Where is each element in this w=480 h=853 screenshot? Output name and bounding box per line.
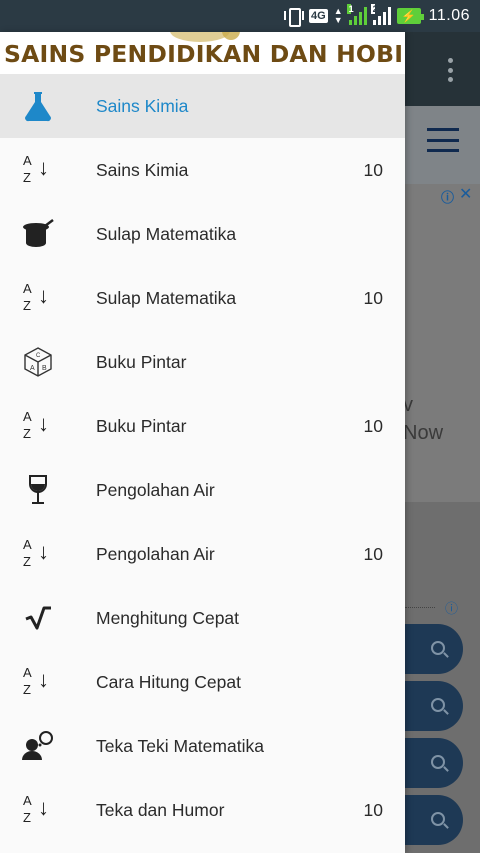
menu-item-buku-pintar-sorted[interactable]: A Z ↓ Buku Pintar 10 xyxy=(0,394,405,458)
network-arrows-icon: ▲ ▼ xyxy=(333,6,343,25)
signal-icon: 2 xyxy=(370,4,391,25)
menu-item-label: Sulap Matematika xyxy=(96,288,237,308)
divider xyxy=(405,607,435,608)
menu-item-teka-teki-matematika[interactable]: Teka Teki Matematika xyxy=(0,714,405,778)
ad-close-icon[interactable]: ✕ xyxy=(459,184,472,204)
menu-item-label: Teka dan Humor xyxy=(96,800,225,820)
drawer-header: SAINS PENDIDIKAN DAN HOBI xyxy=(0,32,405,74)
search-icon xyxy=(431,698,445,712)
search-button[interactable] xyxy=(405,681,463,731)
square-root-icon xyxy=(20,600,56,636)
menu-item-label: Sains Kimia xyxy=(96,160,189,180)
search-button[interactable] xyxy=(405,738,463,788)
sort-az-icon: A Z ↓ xyxy=(23,153,49,185)
menu-item-label: Buku Pintar xyxy=(96,416,187,436)
menu-item-label: Menghitung Cepat xyxy=(96,608,240,628)
menu-item-label: Pengolahan Air xyxy=(96,544,215,564)
svg-text:A: A xyxy=(30,365,35,372)
svg-text:B: B xyxy=(42,365,47,372)
ad-text: v xyxy=(405,394,413,416)
ad-text: Now xyxy=(405,422,444,444)
menu-item-buku-pintar[interactable]: ABC Buku Pintar xyxy=(0,330,405,394)
sort-az-icon: A Z ↓ xyxy=(23,281,49,313)
menu-item-label: Sains Kimia xyxy=(96,96,189,116)
menu-item-teka-dan-humor[interactable]: A Z ↓ Teka dan Humor 10 xyxy=(0,778,405,842)
clock: 11.06 xyxy=(428,7,470,24)
drawer-menu: Sains Kimia A Z ↓ Sains Kimia 10 Sulap Mat… xyxy=(0,74,405,842)
vibrate-icon xyxy=(283,7,305,27)
svg-text:C: C xyxy=(36,353,41,359)
navigation-drawer: SAINS PENDIDIKAN DAN HOBI Sains Kimia AZ… xyxy=(0,32,405,853)
menu-item-pengolahan-air-sorted[interactable]: A Z ↓ Pengolahan Air 10 xyxy=(0,522,405,586)
sort-az-icon: A Z ↓ xyxy=(23,665,49,697)
menu-item-label: Pengolahan Air xyxy=(96,480,215,500)
menu-item-label: Cara Hitung Cepat xyxy=(96,672,241,692)
menu-item-label: Teka Teki Matematika xyxy=(96,736,264,756)
menu-item-count: 10 xyxy=(363,544,383,564)
sort-az-icon: A Z ↓ xyxy=(23,793,49,825)
sim1-badge: 1 xyxy=(346,4,354,14)
ad-banner[interactable] xyxy=(405,184,480,502)
search-icon xyxy=(431,755,445,769)
menu-item-count: 10 xyxy=(363,288,383,308)
search-button[interactable] xyxy=(405,624,463,674)
sim2-badge: 2 xyxy=(370,4,378,14)
info-icon[interactable]: ⓘ xyxy=(445,598,458,617)
drawer-title: SAINS PENDIDIKAN DAN HOBI xyxy=(4,40,404,68)
search-icon xyxy=(431,812,445,826)
ad-info-icon[interactable]: ⓘ xyxy=(441,187,454,206)
menu-item-menghitung-cepat[interactable]: Menghitung Cepat xyxy=(0,586,405,650)
menu-item-count: 10 xyxy=(363,800,383,820)
search-icon xyxy=(431,641,445,655)
hamburger-menu-icon[interactable] xyxy=(427,128,459,152)
background-app[interactable]: ⓘ ✕ v Now ⓘ xyxy=(405,32,480,853)
menu-item-sains-kimia[interactable]: Sains Kimia xyxy=(0,74,405,138)
menu-item-sains-kimia-sorted[interactable]: A Z ↓ Sains Kimia 10 xyxy=(0,138,405,202)
header-decoration xyxy=(222,32,240,40)
menu-item-cara-hitung-cepat[interactable]: A Z ↓ Cara Hitung Cepat xyxy=(0,650,405,714)
alphabet-block-icon: ABC xyxy=(20,344,56,380)
battery-charging-icon: ⚡ xyxy=(396,8,424,24)
thinking-person-icon xyxy=(20,728,56,764)
app-toolbar xyxy=(405,32,480,106)
menu-item-sulap-matematika[interactable]: Sulap Matematika xyxy=(0,202,405,266)
menu-item-pengolahan-air[interactable]: Pengolahan Air xyxy=(0,458,405,522)
menu-bar xyxy=(405,106,480,184)
status-bar: 4G ▲ ▼ 1 2 ⚡ 11.06 xyxy=(0,0,480,32)
signal-icon: 1 xyxy=(346,4,367,25)
more-options-icon[interactable] xyxy=(447,58,453,82)
menu-item-sulap-matematika-sorted[interactable]: A Z ↓ Sulap Matematika 10 xyxy=(0,266,405,330)
flask-icon xyxy=(20,88,56,124)
magic-hat-icon xyxy=(20,216,56,252)
search-button[interactable] xyxy=(405,795,463,845)
wine-glass-icon xyxy=(20,472,56,508)
menu-item-label: Sulap Matematika xyxy=(96,224,237,244)
network-type: 4G xyxy=(309,9,328,23)
menu-item-count: 10 xyxy=(363,416,383,436)
menu-item-count: 10 xyxy=(363,160,383,180)
sort-az-icon: A Z ↓ xyxy=(23,537,49,569)
menu-item-label: Buku Pintar xyxy=(96,352,187,372)
sort-az-icon: A Z ↓ xyxy=(23,409,49,441)
